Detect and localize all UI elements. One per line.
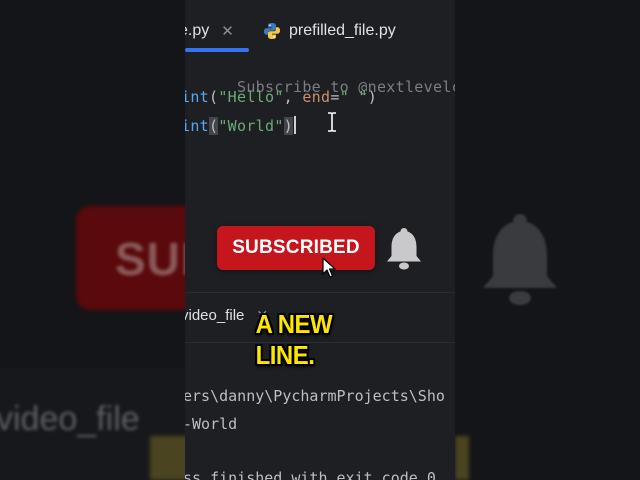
paren-open: ( — [209, 88, 219, 106]
blurred-background-left: SUI video_file — [0, 0, 185, 480]
console-line-exit: ss finished with exit code 0 — [185, 469, 436, 480]
paren-close: ) — [367, 88, 378, 106]
python-file-icon — [264, 23, 280, 39]
mouse-pointer-icon — [322, 257, 336, 278]
comma: , — [283, 88, 303, 106]
video-caption: A NEW LINE. — [255, 309, 333, 370]
bell-icon[interactable] — [386, 226, 422, 270]
active-tab-indicator — [185, 48, 249, 52]
text-caret — [294, 116, 297, 134]
blurred-caption-left — [150, 436, 185, 480]
paren-open-highlighted: ( — [209, 117, 219, 135]
tab-prefilled-file[interactable]: prefilled_file.py — [263, 18, 396, 44]
string-literal: "World" — [218, 117, 284, 135]
subscribe-button[interactable]: SUBSCRIBED — [217, 226, 375, 270]
function-name: int — [185, 117, 209, 135]
blurred-run-tab-text: video_file — [0, 400, 140, 438]
run-tab-label: video_file — [185, 307, 245, 324]
string-literal: " " — [339, 88, 368, 106]
string-literal: "Hello" — [218, 88, 284, 106]
equals: = — [330, 88, 340, 106]
console-line-output: -World — [185, 415, 238, 433]
blurred-background-right — [455, 0, 640, 480]
function-name: int — [185, 88, 209, 106]
keyword-arg: end — [302, 88, 331, 106]
code-line-print-world: int("World") — [185, 116, 297, 135]
tab-label: prefilled_file.py — [289, 22, 396, 39]
code-line-print-hello: int("Hello", end=" ") — [185, 88, 377, 106]
tab-active-file[interactable]: e.py ✕ — [185, 18, 234, 44]
blurred-caption-right — [455, 436, 469, 480]
editor-tab-bar: e.py ✕ prefilled_file.py — [185, 0, 455, 55]
close-icon[interactable]: ✕ — [221, 22, 234, 40]
blurred-bell-icon — [483, 214, 557, 305]
console-line-path: ers\danny\PycharmProjects\Sho — [185, 387, 445, 405]
paren-close-highlighted: ) — [283, 117, 294, 135]
blurred-subscribe-text: SUI — [115, 233, 185, 285]
text-cursor-icon — [328, 112, 336, 132]
tab-label: e.py — [185, 22, 210, 39]
